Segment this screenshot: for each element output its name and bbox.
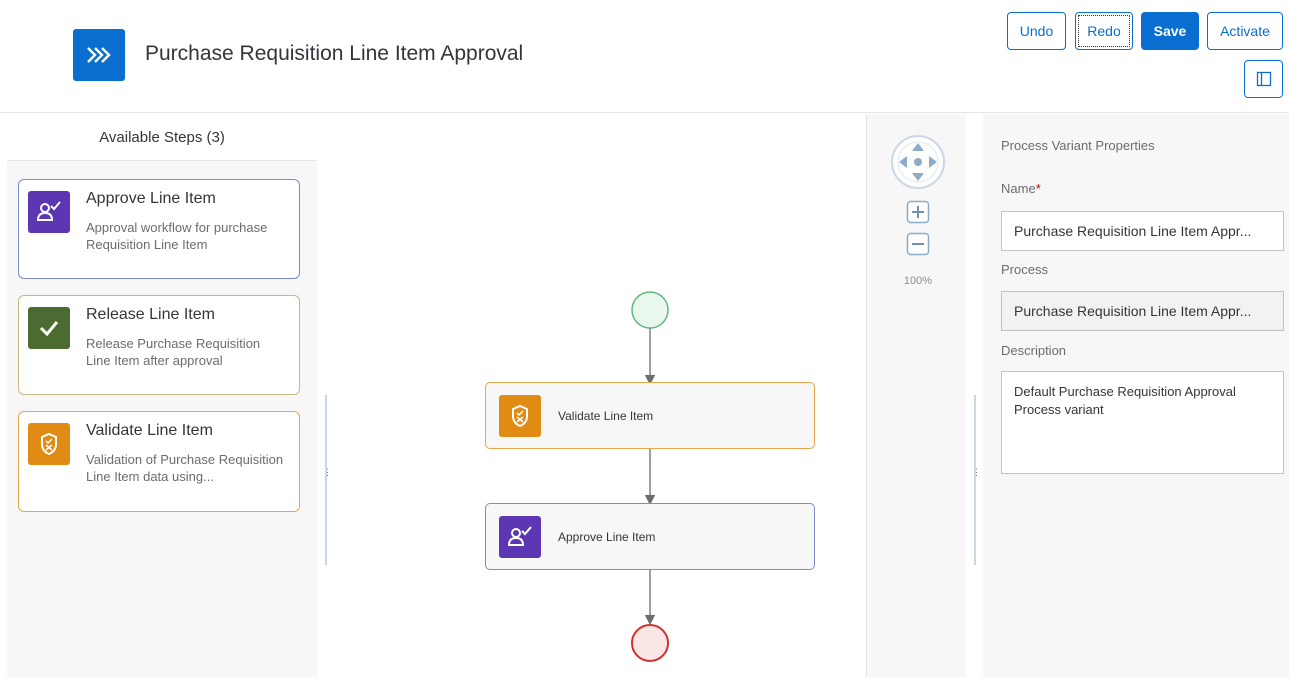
zoom-in-icon[interactable] xyxy=(906,200,930,224)
description-textarea[interactable]: Default Purchase Requisition Approval Pr… xyxy=(1001,371,1284,474)
checkmark-icon xyxy=(28,307,70,349)
step-title: Validate Line Item xyxy=(86,422,213,439)
step-card-validate-line-item[interactable]: Validate Line Item Validation of Purchas… xyxy=(18,411,300,512)
required-marker: * xyxy=(1035,181,1041,196)
step-card-approve-line-item[interactable]: Approve Line Item Approval workflow for … xyxy=(18,179,300,279)
start-event xyxy=(631,291,669,329)
app-header: Purchase Requisition Line Item Approval … xyxy=(0,0,1289,113)
pan-control[interactable] xyxy=(889,133,947,191)
redo-button[interactable]: Redo xyxy=(1075,12,1133,50)
double-chevron-right-icon xyxy=(73,29,125,81)
undo-button[interactable]: Undo xyxy=(1007,12,1066,50)
name-label-text: Name xyxy=(1001,181,1036,196)
left-splitter-line[interactable] xyxy=(325,395,327,565)
end-event xyxy=(631,624,669,662)
toggle-side-panel-button[interactable] xyxy=(1244,60,1283,98)
left-splitter-grip[interactable]: ⋮ xyxy=(323,468,332,477)
name-field[interactable]: Purchase Requisition Line Item Appr... xyxy=(1001,211,1284,251)
flow-node-validate-line-item[interactable]: Validate Line Item xyxy=(485,382,815,449)
page-title: Purchase Requisition Line Item Approval xyxy=(145,42,524,65)
process-canvas: Validate Line Item Approve Line Item xyxy=(334,114,867,677)
shield-validate-icon xyxy=(499,395,541,437)
name-label: Name* xyxy=(1001,181,1041,196)
right-splitter-line[interactable] xyxy=(974,395,976,565)
flow-node-label: Validate Line Item xyxy=(558,409,654,423)
step-card-release-line-item[interactable]: Release Line Item Release Purchase Requi… xyxy=(18,295,300,395)
step-description: Validation of Purchase Requisition Line … xyxy=(86,452,284,484)
process-field: Purchase Requisition Line Item Appr... xyxy=(1001,291,1284,331)
shield-validate-icon xyxy=(28,423,70,465)
zoom-level: 100% xyxy=(903,275,933,287)
step-title: Release Line Item xyxy=(86,306,215,323)
step-description: Release Purchase Requisition Line Item a… xyxy=(86,336,261,368)
pan-center-icon xyxy=(914,158,922,166)
save-button[interactable]: Save xyxy=(1141,12,1199,50)
properties-heading: Process Variant Properties xyxy=(1001,138,1155,153)
available-steps-heading: Available Steps (3) xyxy=(7,114,317,161)
activate-button[interactable]: Activate xyxy=(1207,12,1283,50)
user-approve-icon xyxy=(499,516,541,558)
zoom-out-icon[interactable] xyxy=(906,232,930,256)
side-panel-icon xyxy=(1256,71,1271,87)
process-label: Process xyxy=(1001,262,1048,277)
step-title: Approve Line Item xyxy=(86,190,216,207)
flow-node-approve-line-item[interactable]: Approve Line Item xyxy=(485,503,815,570)
flow-node-label: Approve Line Item xyxy=(558,530,656,544)
user-approve-icon xyxy=(28,191,70,233)
right-splitter-grip[interactable]: ⋮ xyxy=(972,468,981,477)
canvas-navigation-panel xyxy=(867,114,966,677)
step-description: Approval workflow for purchase Requisiti… xyxy=(86,220,268,252)
description-label: Description xyxy=(1001,343,1067,358)
